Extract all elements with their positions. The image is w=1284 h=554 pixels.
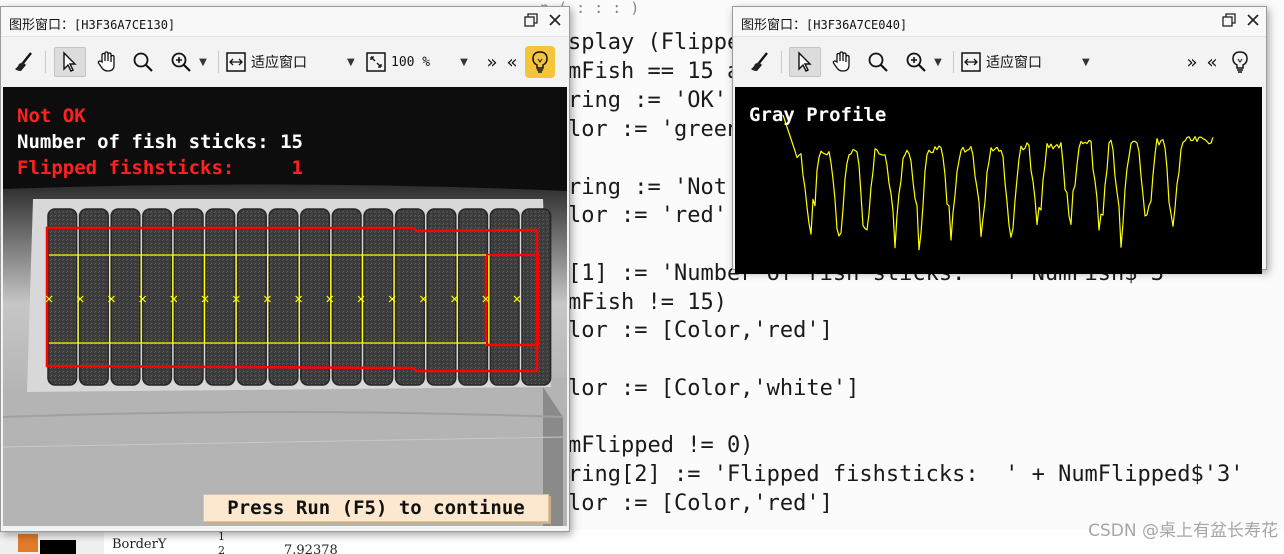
separator	[45, 51, 46, 73]
profile-title: Gray Profile	[749, 104, 887, 126]
window-title: 图形窗口：[H3F36A7CE040]	[741, 14, 907, 33]
separator	[781, 51, 782, 73]
separator	[218, 51, 219, 73]
code-line: lor := 'red'	[568, 203, 727, 228]
left-panel-strip	[0, 530, 104, 554]
status-text: Not OK	[17, 105, 86, 127]
code-line: mFish != 15)	[568, 290, 727, 315]
fish-stick	[300, 208, 331, 386]
fish-stick	[142, 208, 173, 386]
fit-window-label: 适应窗口	[986, 55, 1042, 71]
image-canvas[interactable]: Not OK Number of fish sticks: 15 Flipped…	[3, 87, 567, 526]
hand-pan-icon[interactable]	[826, 47, 858, 77]
code-line: mFlipped != 0)	[568, 433, 754, 458]
code-line: lor := [Color,'white']	[568, 376, 860, 401]
fish-stick	[426, 208, 457, 386]
fish-stick	[78, 208, 109, 386]
toolbar: ▼ 适应窗口 ▼ » «	[733, 37, 1266, 85]
magnifier-icon[interactable]	[863, 47, 893, 77]
title-prefix: 图形窗口：	[741, 18, 807, 33]
chevron-down-icon: ▼	[199, 56, 207, 68]
pointer-icon[interactable]	[789, 47, 821, 77]
titlebar[interactable]: 图形窗口：[H3F36A7CE040]	[733, 7, 1266, 37]
fish-stick	[110, 208, 141, 386]
more-tools-icon[interactable]: »	[483, 47, 501, 77]
pointer-icon[interactable]	[54, 47, 86, 77]
fish-count-text: Number of fish sticks: 15	[17, 131, 303, 153]
magnifier-icon[interactable]	[128, 47, 158, 77]
collapse-toolbar-icon[interactable]: «	[1203, 47, 1221, 77]
flipped-count-text: Flipped fishsticks: 1	[17, 157, 303, 179]
variable-value: 7.92378	[284, 543, 338, 554]
fit-window-icon	[961, 52, 981, 72]
fish-stick	[363, 208, 394, 386]
graphics-window-main[interactable]: 图形窗口：[H3F36A7CE130] ▼ 适应窗口 ▼ 100 % ▼ » «…	[0, 6, 570, 532]
variable-name: BorderY	[112, 537, 167, 552]
title-prefix: 图形窗口：	[9, 18, 75, 33]
graphics-window-profile[interactable]: 图形窗口：[H3F36A7CE040] ▼ 适应窗口 ▼ » « Gray Pr…	[732, 6, 1267, 274]
separator	[953, 51, 954, 73]
fish-stick	[394, 208, 425, 386]
code-line: ring := 'OK'	[568, 88, 727, 113]
chevron-down-icon: ▼	[347, 56, 355, 68]
app-icon	[18, 534, 38, 552]
window-title: 图形窗口：[H3F36A7CE130]	[9, 14, 175, 33]
profile-canvas[interactable]: Gray Profile	[735, 87, 1262, 274]
more-tools-label: »	[1186, 51, 1198, 73]
zoom-percent-value: 100 %	[391, 54, 431, 70]
more-tools-icon[interactable]: »	[1183, 47, 1201, 77]
lightbulb-icon[interactable]	[1225, 46, 1255, 78]
code-line: ring := 'Not	[568, 175, 727, 200]
code-line: mFish == 15 a	[568, 59, 741, 84]
thumbnail	[40, 540, 76, 554]
fit-window-dropdown[interactable]: 适应窗口 ▼	[960, 47, 1096, 77]
collapse-toolbar-label: «	[1206, 51, 1218, 73]
titlebar[interactable]: 图形窗口：[H3F36A7CE130]	[1, 7, 569, 37]
close-icon[interactable]	[545, 12, 565, 32]
fish-stick	[173, 208, 204, 386]
chevron-down-icon: ▼	[460, 56, 468, 68]
watermark: CSDN @桌上有盆长寿花	[1088, 521, 1278, 541]
zoom-in-dropdown[interactable]: ▼	[163, 47, 213, 77]
clear-broom-icon[interactable]	[9, 47, 39, 77]
collapse-toolbar-icon[interactable]: «	[503, 47, 521, 77]
more-tools-label: »	[486, 51, 498, 73]
chevron-down-icon: ▼	[1082, 56, 1090, 68]
fit-window-dropdown[interactable]: 适应窗口 ▼	[225, 47, 361, 77]
fish-stick	[331, 208, 362, 386]
code-line: ring[2] := 'Flipped fishsticks: ' + NumF…	[568, 462, 1244, 487]
collapse-toolbar-label: «	[506, 51, 518, 73]
code-line: lor := [Color,'red']	[568, 491, 833, 516]
code-line: splay (Flippe	[568, 30, 741, 55]
clear-broom-icon[interactable]	[745, 47, 775, 77]
fit-window-label: 适应窗口	[251, 55, 307, 71]
restore-icon[interactable]	[521, 12, 541, 32]
code-line: lor := 'green	[568, 117, 741, 142]
zoom-percent-dropdown[interactable]: 100 % ▼	[365, 47, 477, 77]
close-icon[interactable]	[1243, 12, 1263, 32]
toolbar: ▼ 适应窗口 ▼ 100 % ▼ » «	[1, 37, 569, 85]
restore-icon[interactable]	[1219, 12, 1239, 32]
hand-pan-icon[interactable]	[91, 47, 123, 77]
title-id: [H3F36A7CE130]	[74, 18, 176, 32]
zoom-in-dropdown[interactable]: ▼	[898, 47, 948, 77]
fish-stick	[268, 208, 299, 386]
chevron-down-icon: ▼	[934, 56, 942, 68]
title-id: [H3F36A7CE040]	[806, 18, 908, 32]
lightbulb-icon[interactable]	[525, 46, 555, 78]
gray-profile-line	[782, 114, 1214, 251]
code-line: lor := [Color,'red']	[568, 318, 833, 343]
fit-window-icon	[226, 52, 246, 72]
row-index: 2	[218, 544, 225, 554]
fish-stick	[47, 208, 78, 386]
fish-stick	[236, 208, 267, 386]
fish-stick	[205, 208, 236, 386]
zoom-100-icon	[366, 52, 386, 72]
press-run-message: Press Run (F5) to continue	[203, 494, 549, 522]
